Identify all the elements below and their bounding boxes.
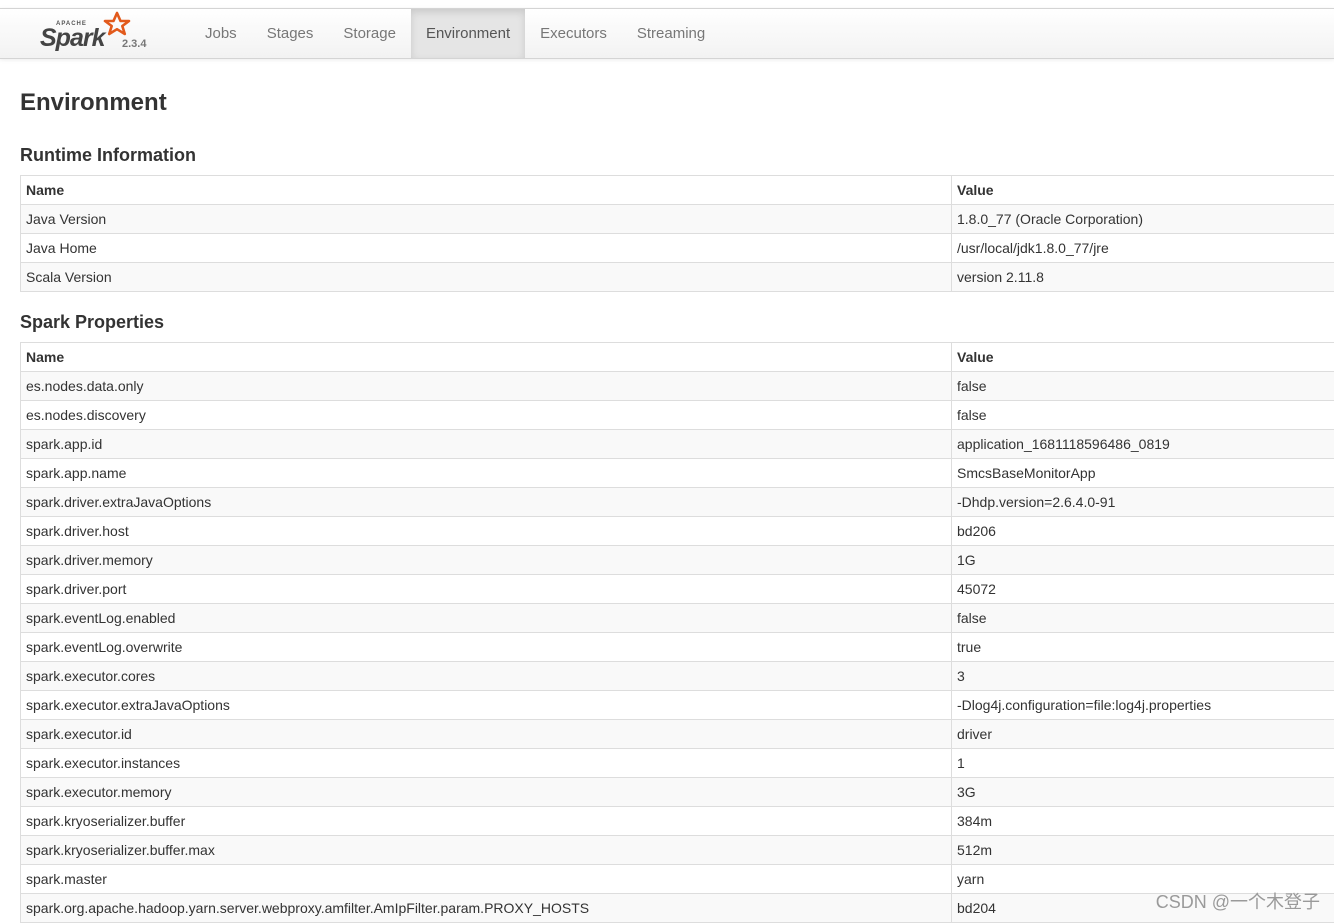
property-value-cell: -Dlog4j.configuration=file:log4j.propert… <box>952 691 1334 720</box>
table-row: spark.executor.cores3 <box>21 662 1334 691</box>
table-header-row: Name Value <box>21 343 1334 372</box>
property-value-cell: false <box>952 401 1334 430</box>
csdn-watermark: CSDN @一个木登子 <box>1156 888 1320 914</box>
table-row: spark.eventLog.overwritetrue <box>21 633 1334 662</box>
property-name-cell: spark.org.apache.hadoop.yarn.server.webp… <box>21 894 952 923</box>
spark-version: 2.3.4 <box>122 38 146 50</box>
column-header-name[interactable]: Name <box>21 176 952 205</box>
table-row: Java Version1.8.0_77 (Oracle Corporation… <box>21 205 1334 234</box>
property-value-cell: true <box>952 633 1334 662</box>
property-name-cell: spark.driver.memory <box>21 546 952 575</box>
runtime-information-heading: Runtime Information <box>20 145 196 166</box>
property-value-cell: 512m <box>952 836 1334 865</box>
property-value-cell: application_1681118596486_0819 <box>952 430 1334 459</box>
tab-storage[interactable]: Storage <box>328 9 411 58</box>
property-value-cell: false <box>952 604 1334 633</box>
tab-streaming[interactable]: Streaming <box>622 9 720 58</box>
table-row: spark.executor.memory3G <box>21 778 1334 807</box>
page-title: Environment <box>20 89 167 117</box>
property-name-cell: spark.master <box>21 865 952 894</box>
tab-executors[interactable]: Executors <box>525 9 622 58</box>
table-row: spark.app.nameSmcsBaseMonitorApp <box>21 459 1334 488</box>
top-navbar: APACHE Spark 2.3.4 Jobs Stages Storage E… <box>0 8 1334 59</box>
property-value-cell: false <box>952 372 1334 401</box>
property-name-cell: spark.executor.memory <box>21 778 952 807</box>
column-header-value[interactable]: Value <box>952 343 1334 372</box>
property-name-cell: spark.executor.extraJavaOptions <box>21 691 952 720</box>
table-row: es.nodes.discoveryfalse <box>21 401 1334 430</box>
table-row: spark.kryoserializer.buffer384m <box>21 807 1334 836</box>
tab-stages[interactable]: Stages <box>252 9 329 58</box>
property-name-cell: es.nodes.data.only <box>21 372 952 401</box>
property-name-cell: spark.driver.host <box>21 517 952 546</box>
table-row: spark.masteryarn <box>21 865 1334 894</box>
property-name-cell: spark.kryoserializer.buffer <box>21 807 952 836</box>
property-name-cell: spark.kryoserializer.buffer.max <box>21 836 952 865</box>
property-name-cell: spark.driver.port <box>21 575 952 604</box>
property-value-cell: 384m <box>952 807 1334 836</box>
property-name-cell: spark.executor.cores <box>21 662 952 691</box>
property-value-cell: driver <box>952 720 1334 749</box>
table-row: spark.executor.instances1 <box>21 749 1334 778</box>
property-name-cell: Java Home <box>21 234 952 263</box>
property-value-cell: SmcsBaseMonitorApp <box>952 459 1334 488</box>
tab-environment[interactable]: Environment <box>411 9 525 58</box>
spark-wordmark: Spark <box>40 24 104 53</box>
property-name-cell: spark.app.name <box>21 459 952 488</box>
spark-properties-heading: Spark Properties <box>20 312 164 333</box>
table-row: spark.driver.hostbd206 <box>21 517 1334 546</box>
table-row: spark.org.apache.hadoop.yarn.server.webp… <box>21 894 1334 923</box>
runtime-information-table: Name Value Java Version1.8.0_77 (Oracle … <box>20 175 1334 292</box>
property-value-cell: version 2.11.8 <box>952 263 1334 292</box>
column-header-name[interactable]: Name <box>21 343 952 372</box>
property-value-cell: 3G <box>952 778 1334 807</box>
nav-tabs: Jobs Stages Storage Environment Executor… <box>190 9 720 58</box>
table-row: spark.app.idapplication_1681118596486_08… <box>21 430 1334 459</box>
property-value-cell: /usr/local/jdk1.8.0_77/jre <box>952 234 1334 263</box>
property-value-cell: 3 <box>952 662 1334 691</box>
table-row: spark.executor.extraJavaOptions-Dlog4j.c… <box>21 691 1334 720</box>
column-header-value[interactable]: Value <box>952 176 1334 205</box>
table-row: Java Home/usr/local/jdk1.8.0_77/jre <box>21 234 1334 263</box>
table-row: spark.driver.extraJavaOptions-Dhdp.versi… <box>21 488 1334 517</box>
property-value-cell: 45072 <box>952 575 1334 604</box>
property-name-cell: spark.eventLog.enabled <box>21 604 952 633</box>
property-name-cell: spark.executor.instances <box>21 749 952 778</box>
property-name-cell: spark.eventLog.overwrite <box>21 633 952 662</box>
table-row: spark.eventLog.enabledfalse <box>21 604 1334 633</box>
table-row: spark.kryoserializer.buffer.max512m <box>21 836 1334 865</box>
tab-jobs[interactable]: Jobs <box>190 9 252 58</box>
property-name-cell: spark.driver.extraJavaOptions <box>21 488 952 517</box>
property-value-cell: 1 <box>952 749 1334 778</box>
property-value-cell: bd206 <box>952 517 1334 546</box>
table-header-row: Name Value <box>21 176 1334 205</box>
table-row: es.nodes.data.onlyfalse <box>21 372 1334 401</box>
property-name-cell: Java Version <box>21 205 952 234</box>
spark-properties-table: Name Value es.nodes.data.onlyfalsees.nod… <box>20 342 1334 923</box>
property-name-cell: es.nodes.discovery <box>21 401 952 430</box>
table-row: spark.driver.port45072 <box>21 575 1334 604</box>
property-name-cell: spark.app.id <box>21 430 952 459</box>
property-value-cell: 1.8.0_77 (Oracle Corporation) <box>952 205 1334 234</box>
table-row: spark.driver.memory1G <box>21 546 1334 575</box>
table-row: Scala Versionversion 2.11.8 <box>21 263 1334 292</box>
property-name-cell: Scala Version <box>21 263 952 292</box>
table-row: spark.executor.iddriver <box>21 720 1334 749</box>
property-value-cell: 1G <box>952 546 1334 575</box>
property-value-cell: -Dhdp.version=2.6.4.0-91 <box>952 488 1334 517</box>
property-name-cell: spark.executor.id <box>21 720 952 749</box>
spark-logo[interactable]: APACHE Spark 2.3.4 <box>38 11 158 57</box>
